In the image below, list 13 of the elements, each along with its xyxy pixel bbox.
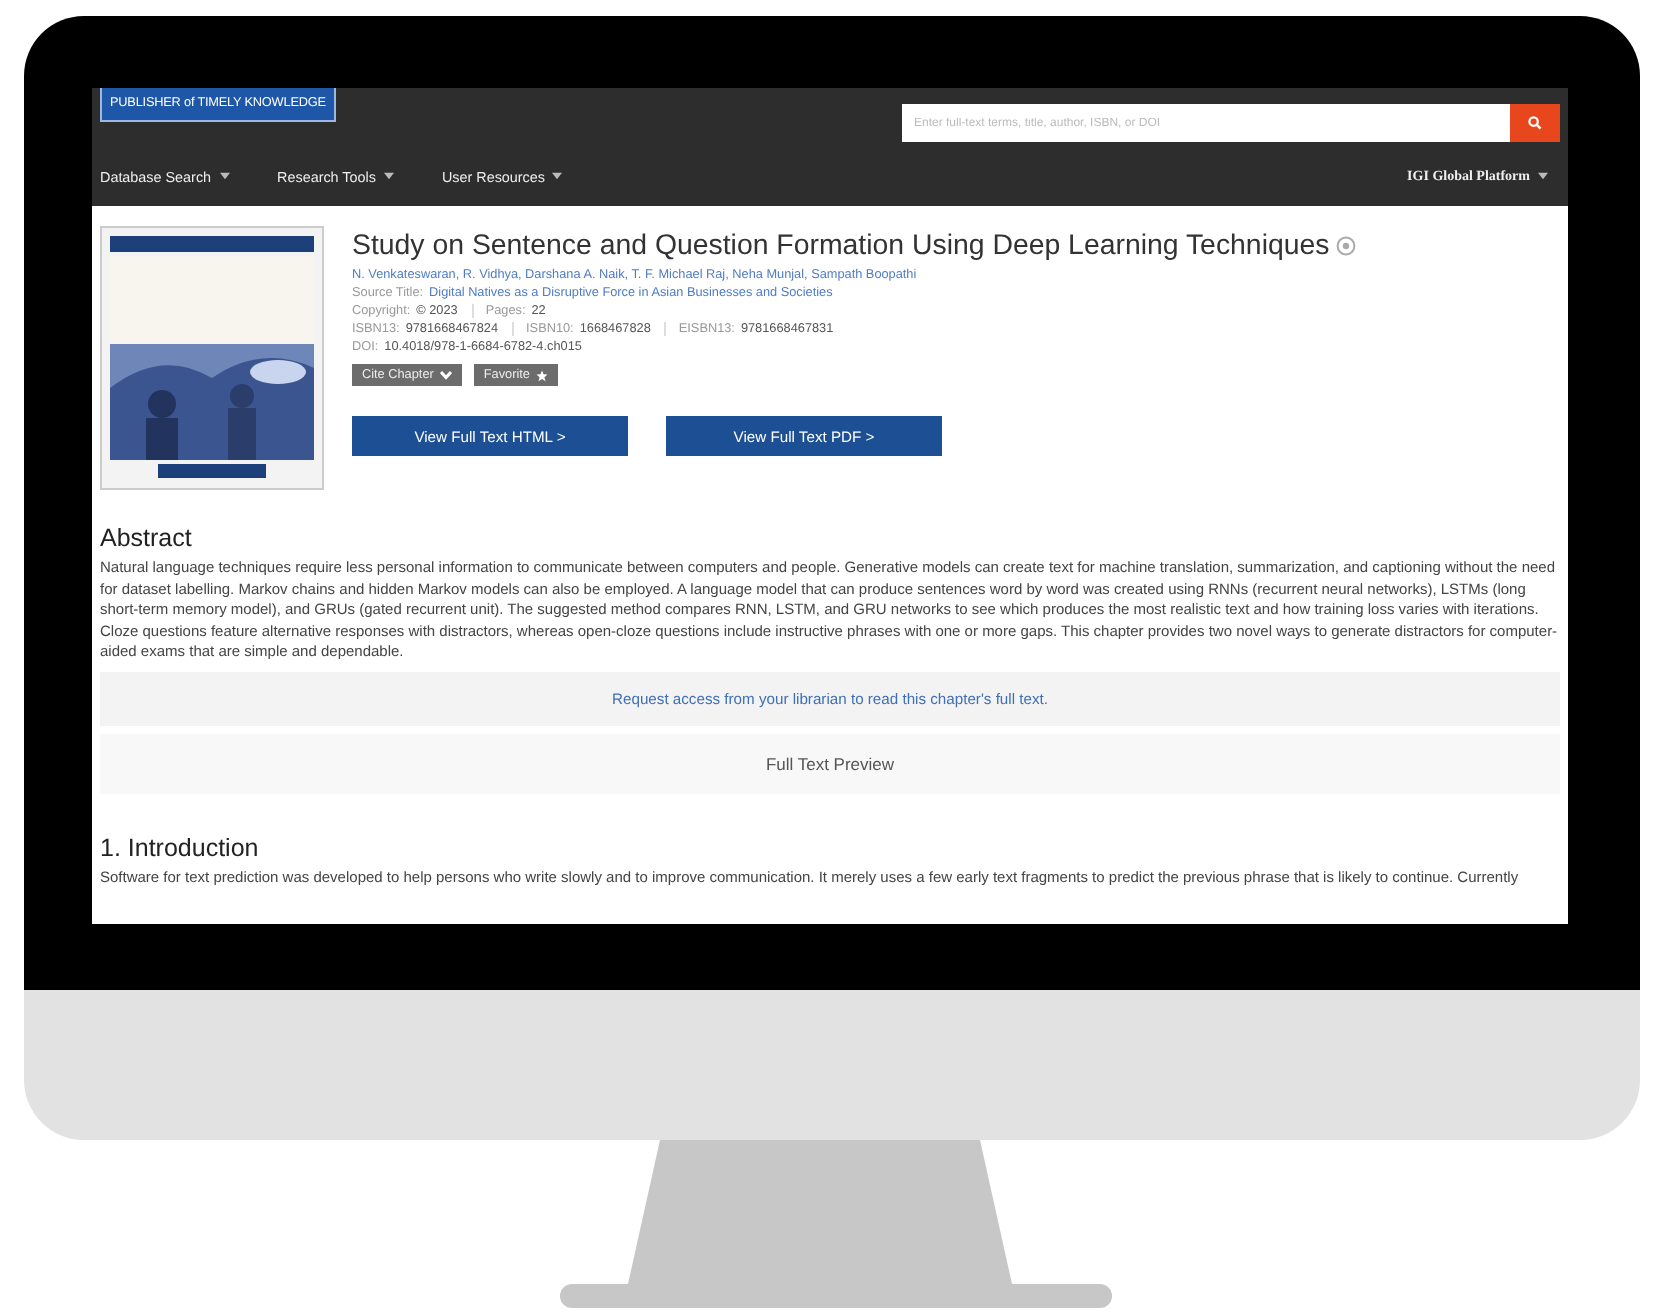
search-icon	[1528, 116, 1542, 130]
star-icon	[535, 369, 548, 381]
section-heading: 1. Introduction	[100, 833, 261, 861]
caret-icon	[1538, 172, 1548, 180]
preview-heading: Full Text Preview	[765, 753, 895, 773]
caret-icon	[552, 172, 563, 180]
chapter-title: Study on Sentence and Question Formation Using Deep Learning Techniques	[352, 230, 1330, 262]
section-heading: Abstract	[100, 524, 194, 552]
caret-icon	[383, 172, 394, 180]
caret-icon	[219, 172, 230, 180]
info-icon[interactable]	[1335, 236, 1356, 256]
chevron-down-icon	[439, 370, 452, 380]
search-button[interactable]	[1510, 104, 1560, 142]
